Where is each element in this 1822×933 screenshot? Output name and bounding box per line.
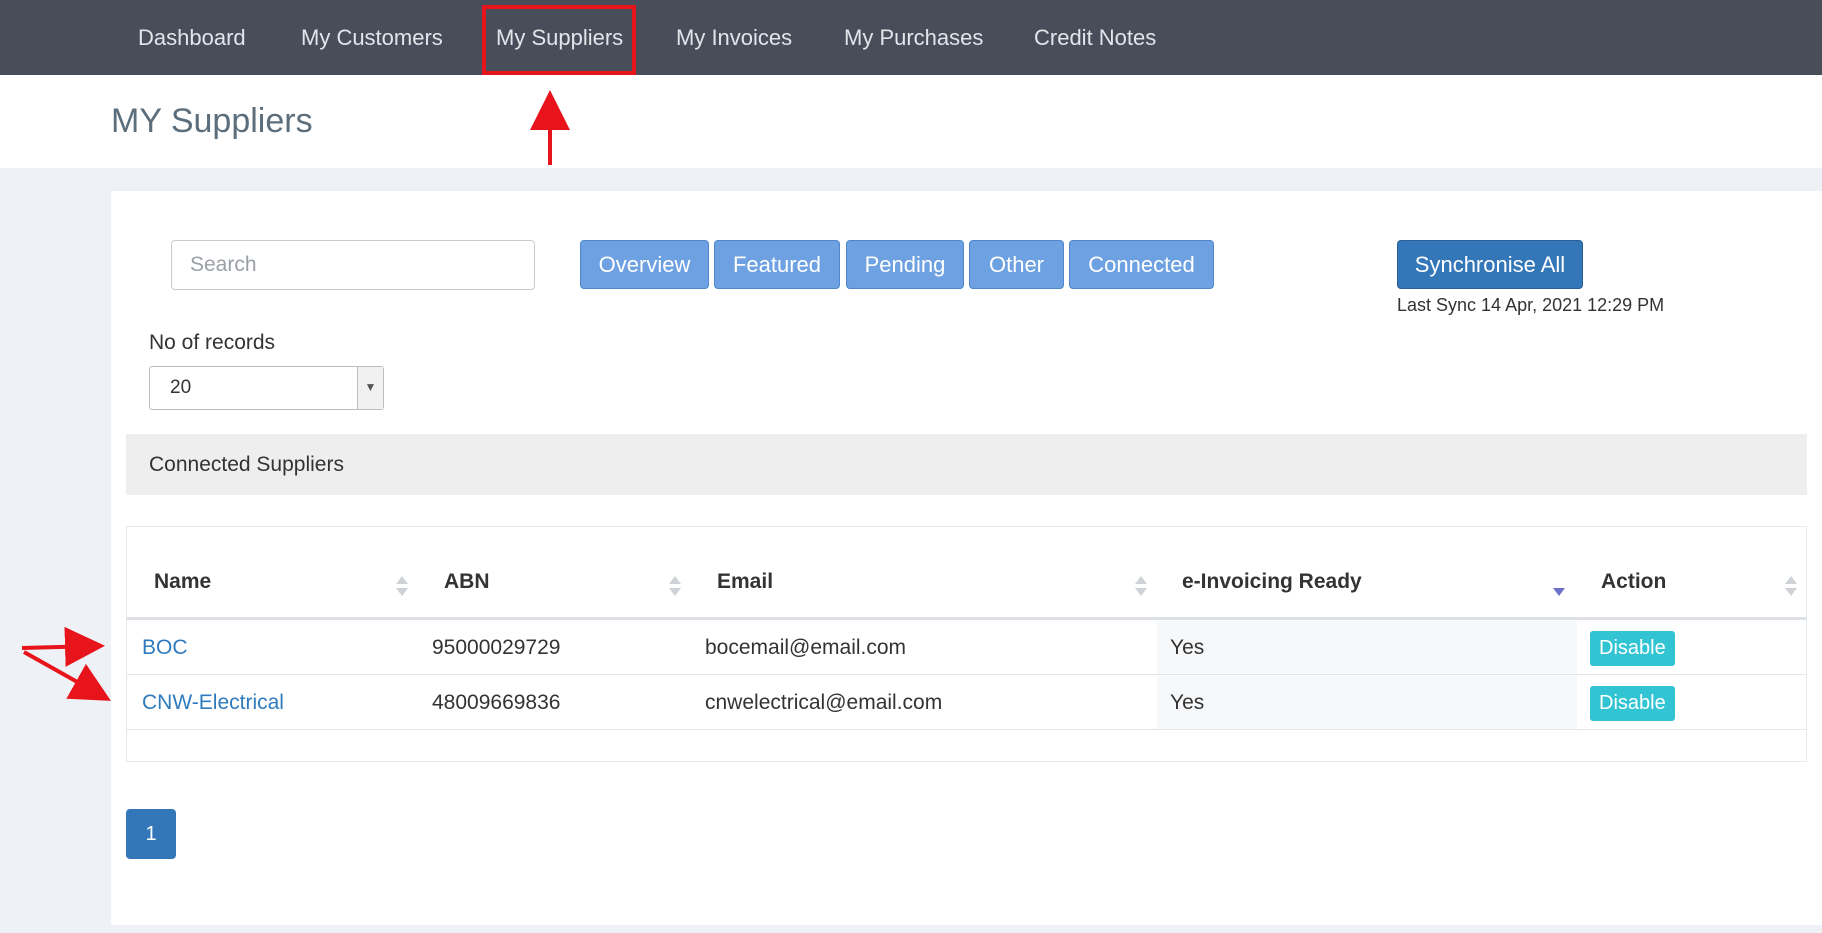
column-header-name[interactable]: Name [154,570,211,594]
supplier-name-link[interactable]: CNW-Electrical [142,676,284,729]
sort-descending-icon[interactable] [1553,576,1565,598]
column-header-abn[interactable]: ABN [444,570,490,594]
disable-button[interactable]: Disable [1590,631,1675,666]
section-title: Connected Suppliers [149,453,344,476]
supplier-abn: 48009669836 [432,691,561,714]
sort-icon[interactable] [1135,576,1147,598]
nav-item-my-customers[interactable]: My Customers [301,0,443,75]
nav-item-my-invoices[interactable]: My Invoices [676,0,792,75]
filter-other-button[interactable]: Other [969,240,1064,289]
nav-item-credit-notes[interactable]: Credit Notes [1034,0,1156,75]
filter-featured-button[interactable]: Featured [714,240,840,289]
sort-icon[interactable] [396,576,408,598]
arrow-to-cnw-row [23,650,111,701]
nav-item-my-purchases[interactable]: My Purchases [844,0,983,75]
table-row: BOC 95000029729 bocemail@email.com Yes D… [127,621,1806,675]
page-title: MY Suppliers [111,102,313,140]
supplier-einvoicing-ready: Yes [1170,691,1205,714]
sort-icon[interactable] [1785,576,1797,598]
supplier-email: bocemail@email.com [705,636,907,659]
column-header-email[interactable]: Email [717,570,773,594]
records-selected-value: 20 [170,377,192,398]
supplier-einvoicing-ready: Yes [1170,636,1205,659]
sorted-column-shade [1157,621,1577,674]
last-sync-text: Last Sync 14 Apr, 2021 12:29 PM [1397,295,1665,315]
supplier-abn: 95000029729 [432,636,561,659]
table-row: CNW-Electrical 48009669836 cnwelectrical… [127,676,1806,730]
nav-item-dashboard[interactable]: Dashboard [138,0,246,75]
sort-icon[interactable] [669,576,681,598]
filter-overview-button[interactable]: Overview [580,240,709,289]
filter-connected-button[interactable]: Connected [1069,240,1214,289]
records-label: No of records [149,331,276,354]
column-header-einvoicing-ready[interactable]: e-Invoicing Ready [1182,570,1362,594]
disable-button[interactable]: Disable [1590,686,1675,721]
search-input[interactable] [171,240,535,290]
pagination-page-button[interactable]: 1 [126,809,176,859]
supplier-name-link[interactable]: BOC [142,621,188,674]
section-header: Connected Suppliers [126,434,1807,495]
top-nav: Dashboard My Customers My Suppliers My I… [0,0,1822,75]
sorted-column-shade [1157,676,1577,729]
synchronise-all-button[interactable]: Synchronise All [1397,240,1583,289]
supplier-email: cnwelectrical@email.com [705,691,943,714]
arrow-to-boc-row [21,626,105,667]
chevron-down-icon[interactable]: ▼ [357,367,383,409]
records-per-page-select[interactable]: 20 ▼ [149,366,384,410]
table-header-divider [127,617,1806,620]
column-header-action: Action [1601,570,1667,593]
active-nav-highlight-box [482,5,636,75]
filter-pending-button[interactable]: Pending [846,240,964,289]
